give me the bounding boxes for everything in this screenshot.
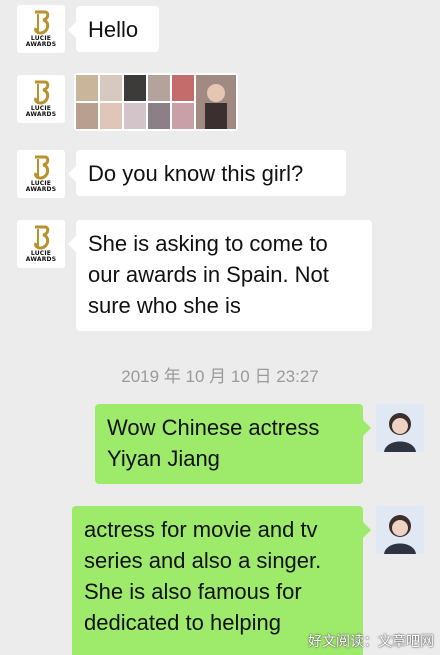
message-text: Do you know this girl?: [88, 161, 304, 186]
magazine-collage-image: [76, 75, 236, 129]
user-avatar[interactable]: [376, 404, 424, 452]
message-text-line: Wow Chinese actress: [107, 415, 320, 440]
sender-avatar[interactable]: LUCIE AWARDS: [17, 220, 65, 268]
message-text-line: She is asking to come to: [88, 231, 328, 256]
message-text-line: series and also a singer.: [84, 548, 322, 573]
message-text-line: our awards in Spain. Not: [88, 262, 329, 287]
lucie-logo-icon: [34, 155, 50, 180]
logo-text-awards: AWARDS: [25, 256, 57, 263]
message-image-collage[interactable]: [74, 73, 238, 131]
message-text-line: Yiyan Jiang: [107, 446, 220, 471]
sender-avatar[interactable]: LUCIE AWARDS: [17, 150, 65, 198]
lucie-logo-icon: [34, 10, 50, 35]
chat-timestamp: 2019 年 10 月 10 日 23:27: [121, 367, 319, 386]
user-photo-image: [376, 404, 424, 452]
lucie-logo-icon: [34, 80, 50, 105]
logo-text-awards: AWARDS: [25, 186, 57, 193]
logo-text-awards: AWARDS: [25, 41, 57, 48]
watermark-text: 好文阅读：文章吧网: [308, 633, 434, 649]
message-text-line: She is also famous for: [84, 579, 302, 604]
user-avatar[interactable]: [376, 506, 424, 554]
message-bubble-incoming[interactable]: Hello: [68, 6, 159, 52]
lucie-logo-icon: [34, 225, 50, 250]
user-photo-image: [376, 506, 424, 554]
message-text-line: actress for movie and tv: [84, 517, 318, 542]
message-bubble-outgoing[interactable]: Wow Chinese actress Yiyan Jiang: [95, 404, 371, 484]
sender-avatar[interactable]: LUCIE AWARDS: [17, 75, 65, 123]
message-text: Hello: [88, 17, 139, 42]
message-bubble-incoming[interactable]: She is asking to come to our awards in S…: [68, 220, 372, 331]
logo-text-awards: AWARDS: [25, 111, 57, 118]
message-text-line: sure who she is: [88, 293, 241, 318]
sender-avatar[interactable]: LUCIE AWARDS: [17, 5, 65, 53]
message-bubble-incoming[interactable]: Do you know this girl?: [68, 150, 346, 196]
